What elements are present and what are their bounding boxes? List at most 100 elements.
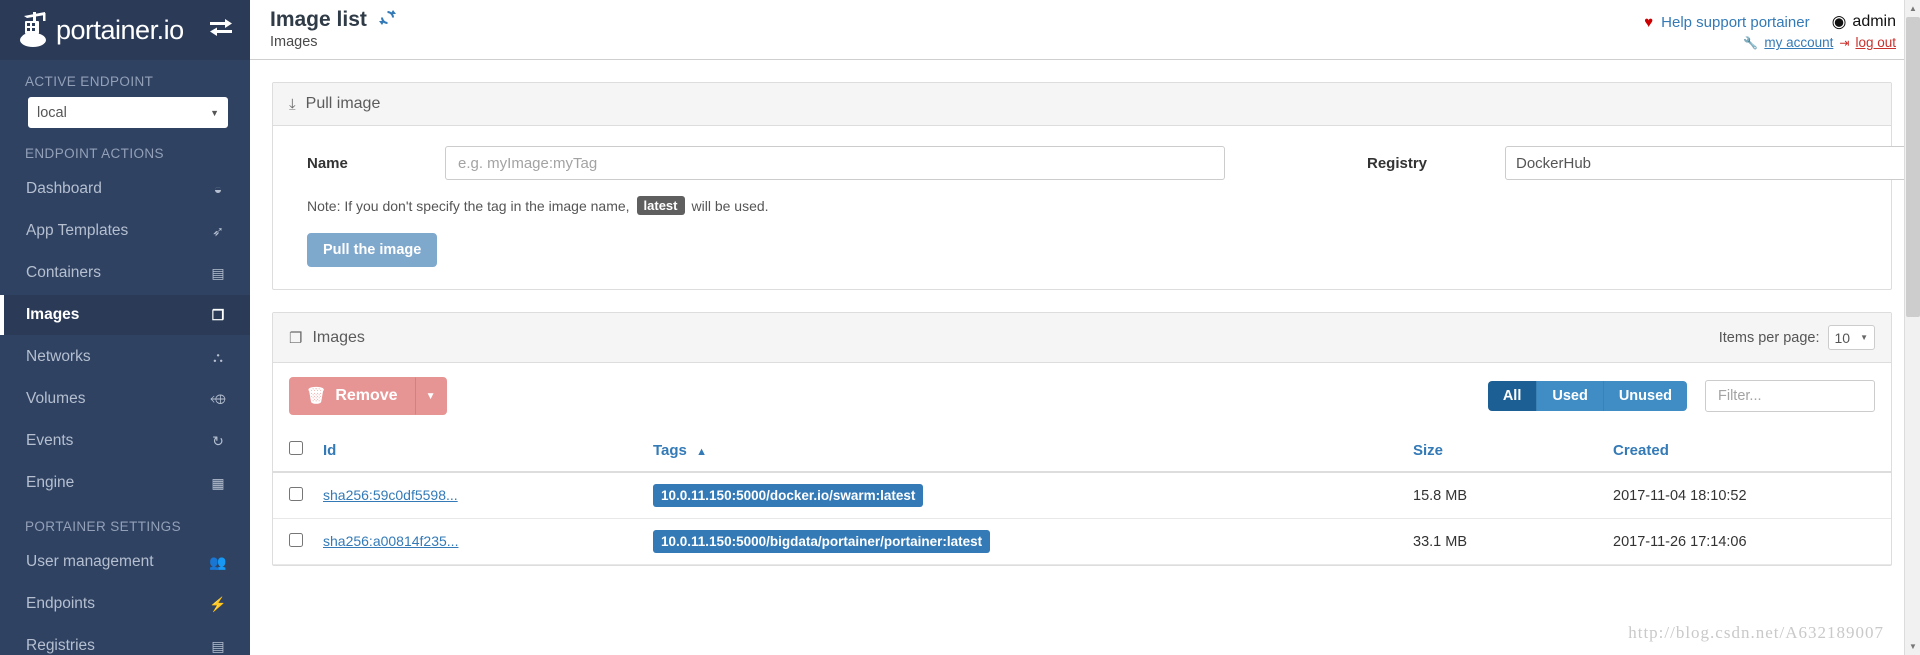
trash-icon: 🗑 [306,388,327,405]
items-per-page-select[interactable]: 10 ▼ [1827,325,1875,350]
sidebar-item-registries[interactable]: Registries ▤ [0,626,250,655]
account-row: 🔧 my account ⇥ log out [1644,35,1896,50]
images-table-body: sha256:59c0df5598... 10.0.11.150:5000/do… [273,472,1891,565]
user-circle-icon: ◉ [1831,12,1847,31]
image-id-link[interactable]: sha256:59c0df5598... [323,487,458,503]
column-header-tags[interactable]: Tags ▲ [645,431,1405,473]
table-row[interactable]: sha256:a00814f235... 10.0.11.150:5000/bi… [273,518,1891,565]
remove-dropdown-toggle[interactable]: ▼ [414,377,447,415]
page-title: Image list [270,8,367,31]
scroll-down-arrow-icon[interactable]: ▼ [1905,638,1920,655]
row-select-cell [273,518,315,565]
column-header-created[interactable]: Created [1605,431,1891,473]
endpoint-select[interactable]: local ▼ [28,97,228,128]
sidebar-item-label: Events [26,432,74,449]
page-heading: Image list Images [262,8,397,50]
pull-the-image-button[interactable]: Pull the image [307,233,438,267]
sidebar-logo-row: portainer.io [0,0,250,60]
pull-image-panel: ⤓ Pull image Name Registry DockerHu [272,82,1920,290]
sidebar-item-user-management[interactable]: User management 👥 [0,542,250,582]
row-tags-cell: 10.0.11.150:5000/docker.io/swarm:latest [645,472,1405,519]
wrench-icon: 🔧 [1743,35,1759,50]
endpoint-select-value: local [37,104,67,121]
sitemap-icon: ⛬ [213,348,223,365]
select-all-header [273,431,315,473]
images-panel-title: Images [312,328,365,346]
sidebar-item-events[interactable]: Events ↻ [0,421,250,461]
watermark-text: http://blog.csdn.net/A632189007 [1628,623,1884,642]
content-area: ⤓ Pull image Name Registry DockerHu [250,60,1920,566]
select-all-checkbox[interactable] [289,441,303,455]
sidebar-item-label: Containers [26,264,101,281]
remove-button-group: 🗑 Remove ▼ [289,377,447,415]
logout-link[interactable]: log out [1855,35,1896,50]
registry-label: Registry [1367,154,1428,172]
heart-icon: ♥ [1644,13,1654,31]
row-size-cell: 15.8 MB [1405,472,1605,519]
sign-out-icon: ⇥ [1839,35,1850,50]
column-header-id[interactable]: Id [315,431,645,473]
sidebar-item-engine[interactable]: Engine ▦ [0,463,250,503]
pull-note-tag: latest [636,196,685,215]
sidebar-item-label: Images [26,306,80,323]
pull-note: Note: If you don't specify the tag in th… [295,196,1869,215]
table-row[interactable]: sha256:59c0df5598... 10.0.11.150:5000/do… [273,472,1891,519]
th-grid-icon: ▦ [211,474,225,491]
sidebar-item-endpoints[interactable]: Endpoints ⚡ [0,584,250,624]
topbar-right: ♥ Help support portainer ◉ admin 🔧 my ac… [1644,8,1896,50]
endpoint-select-wrap: local ▼ [0,97,250,132]
rocket-icon: ➶ [212,222,224,239]
clone-icon: ❐ [211,306,225,323]
remove-button[interactable]: 🗑 Remove [289,377,415,415]
users-icon: 👥 [209,553,227,570]
pull-note-suffix: will be used. [691,197,769,214]
sidebar-item-images[interactable]: Images ❐ [0,295,250,335]
support-row: ♥ Help support portainer ◉ admin [1644,12,1896,32]
user-block[interactable]: ◉ admin [1832,12,1896,32]
user-name: admin [1852,13,1896,30]
pull-name-label: Name [307,154,348,172]
filter-unused-button[interactable]: Unused [1603,381,1687,411]
sidebar-item-label: Networks [26,348,91,365]
filter-input[interactable] [1705,380,1875,412]
breadcrumb: Images [270,34,318,50]
registry-group: Registry DockerHub ▼ [1355,146,1920,180]
sidebar-item-label: Endpoints [26,595,95,612]
column-header-tags-label: Tags [653,441,687,459]
items-per-page-value: 10 [1834,329,1851,346]
my-account-link[interactable]: my account [1764,35,1833,50]
pull-image-form-row: Name Registry DockerHub ▼ [295,146,1920,180]
sidebar-item-app-templates[interactable]: App Templates ➶ [0,211,250,251]
plug-icon: ⚡ [209,595,227,612]
chevron-down-icon: ▼ [425,390,436,402]
sidebar-item-label: Volumes [26,390,86,407]
sidebar-item-label: Engine [26,474,75,491]
pull-image-panel-body: Name Registry DockerHub ▼ Note: If [273,126,1920,289]
row-checkbox[interactable] [289,532,303,547]
column-header-size[interactable]: Size [1405,431,1605,473]
images-table-head: Id Tags ▲ Size Created [273,431,1891,473]
filter-all-button[interactable]: All [1487,381,1538,411]
sidebar-item-networks[interactable]: Networks ⛬ [0,337,250,377]
hdd-icon: ⬲ [210,390,226,407]
chevron-down-icon: ▼ [210,107,219,118]
image-id-link[interactable]: sha256:a00814f235... [323,533,458,549]
registry-select[interactable]: DockerHub ▼ [1505,146,1920,180]
filter-used-button[interactable]: Used [1537,381,1604,411]
scrollbar-thumb[interactable] [1906,17,1920,317]
help-support-link[interactable]: Help support portainer [1661,14,1809,31]
refresh-icon[interactable] [379,9,397,31]
exchange-arrows-icon[interactable] [210,19,232,41]
scroll-up-arrow-icon[interactable]: ▲ [1905,0,1920,17]
sidebar-item-containers[interactable]: Containers ▤ [0,253,250,293]
items-per-page-label: Items per page: [1718,329,1820,346]
images-table-toolbar: 🗑 Remove ▼ All Used Unused [273,363,1891,431]
clone-icon: ❐ [289,329,303,347]
download-icon: ⤓ [289,95,296,113]
row-checkbox[interactable] [289,486,303,501]
main-content: Image list Images ♥ Help support portain… [250,0,1920,655]
vertical-scrollbar[interactable]: ▲ ▼ [1904,0,1920,655]
pull-name-input[interactable] [445,146,1225,180]
sidebar-item-volumes[interactable]: Volumes ⬲ [0,379,250,419]
sidebar-item-dashboard[interactable]: Dashboard ◒ [0,169,250,209]
